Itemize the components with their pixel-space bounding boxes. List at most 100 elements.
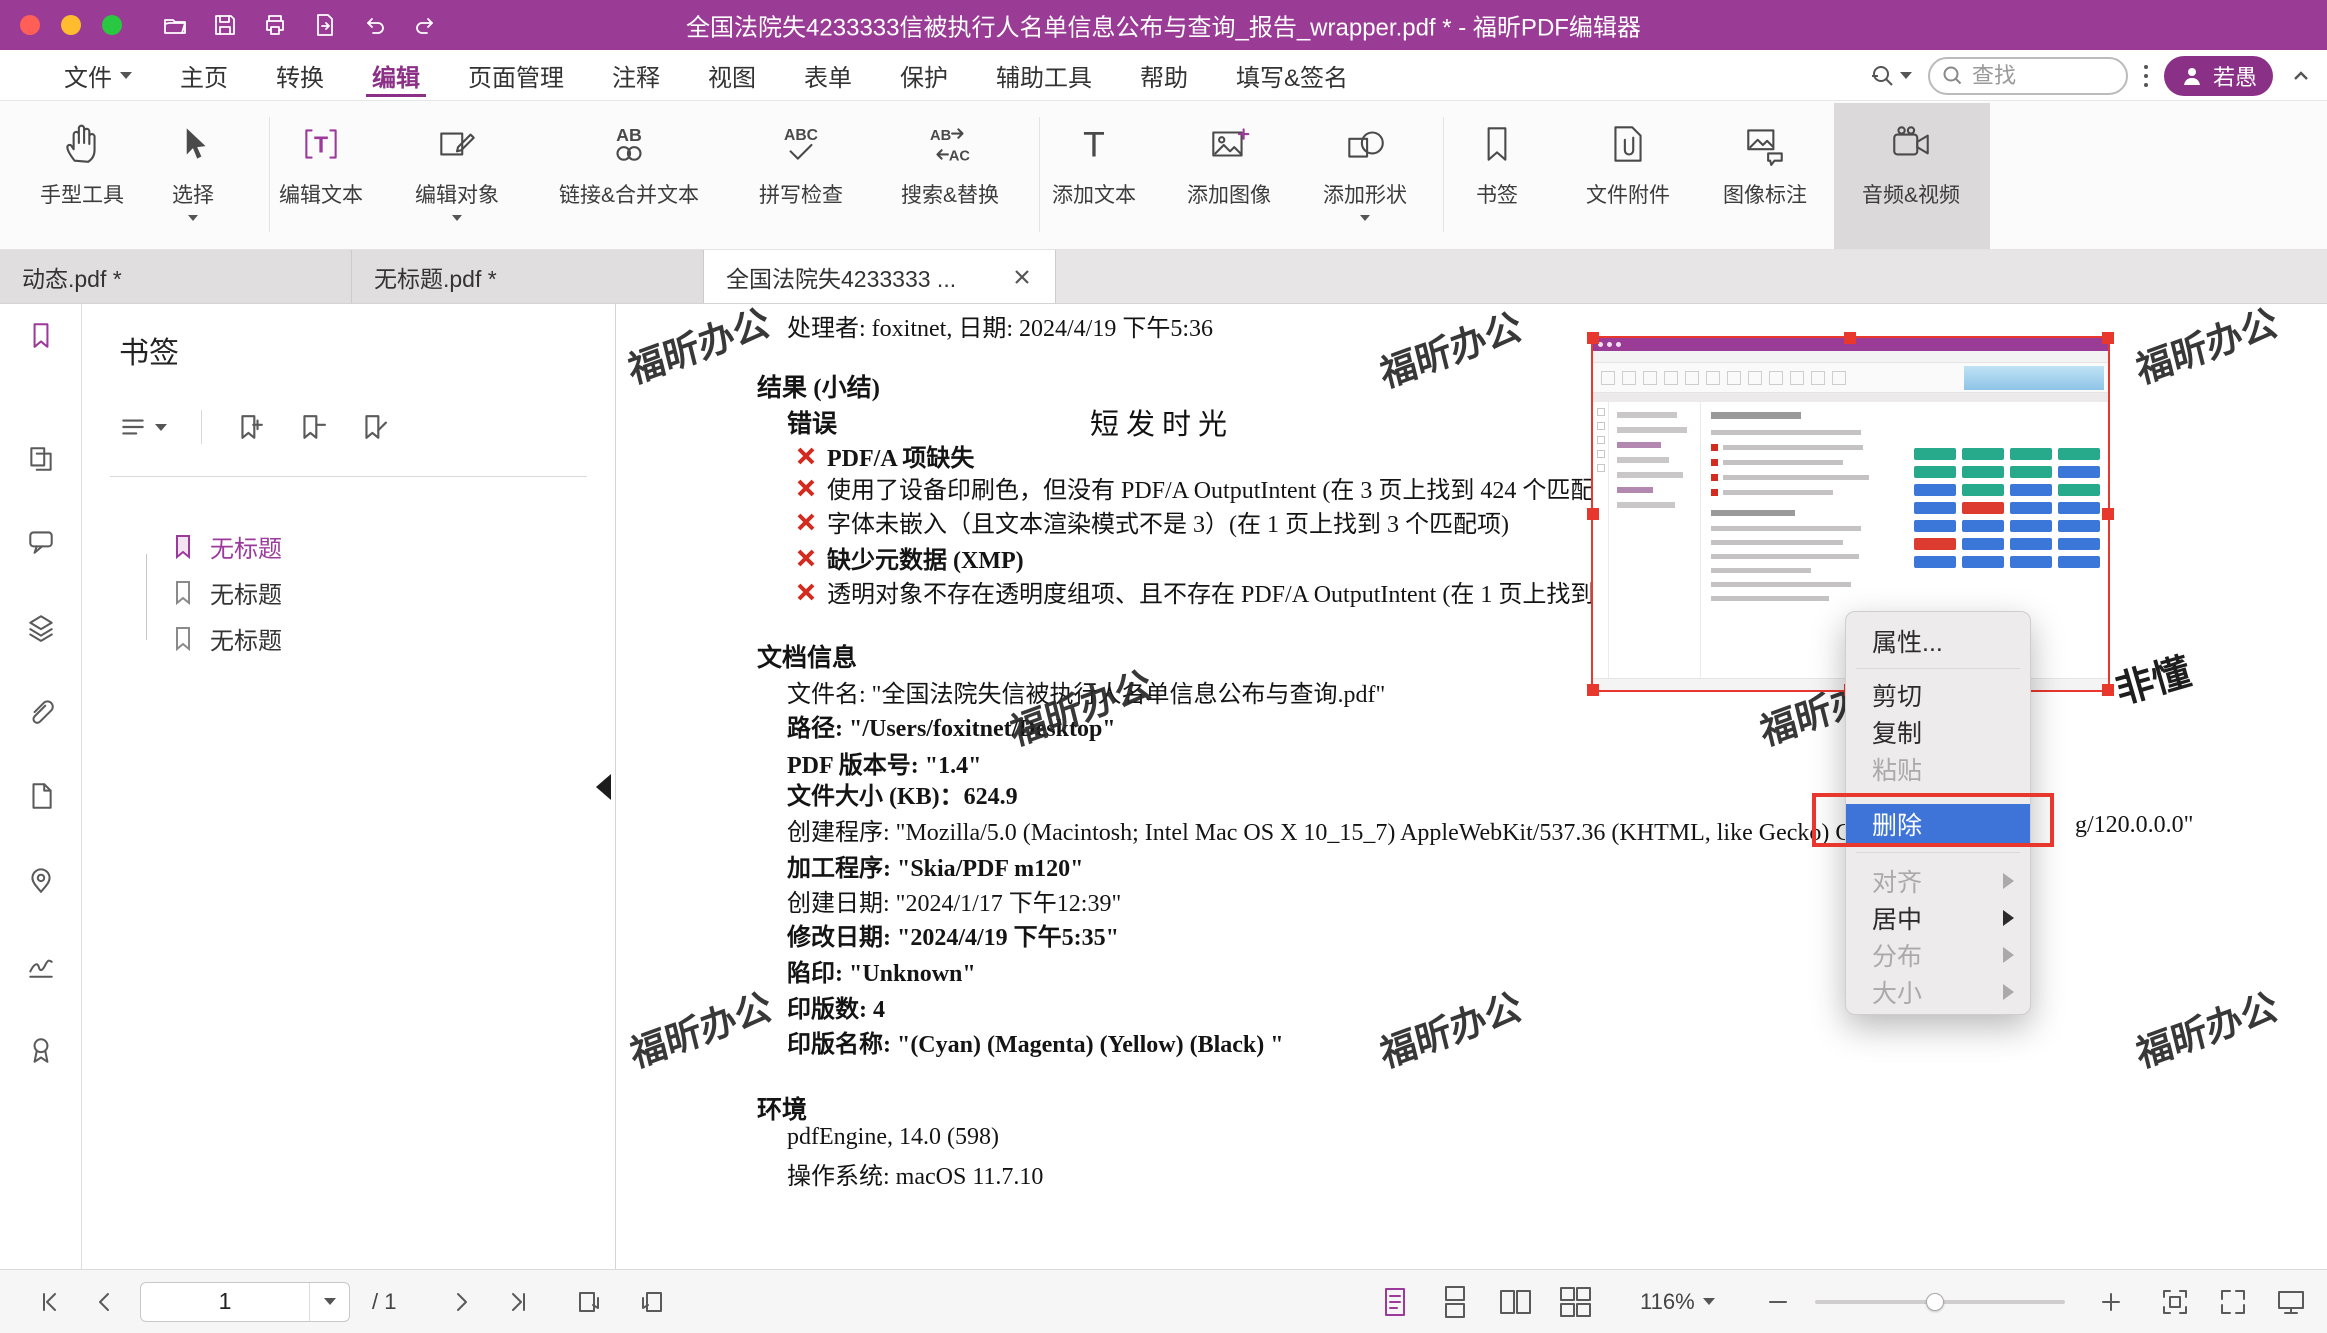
- tab-dongtai-pdf[interactable]: 动态.pdf *: [0, 250, 352, 303]
- zoom-out-button[interactable]: [1765, 1289, 1791, 1315]
- zoom-window-button[interactable]: [102, 15, 122, 35]
- ribbon-search-replace-button[interactable]: ABAC 搜索&替换: [901, 113, 999, 209]
- menu-help[interactable]: 帮助: [1116, 50, 1212, 100]
- watermark: 福昕办公: [1374, 304, 1526, 399]
- ribbon-file-attachment-button[interactable]: 文件附件: [1586, 113, 1670, 209]
- tab-untitled-pdf[interactable]: 无标题.pdf *: [352, 250, 704, 303]
- ribbon-add-text-button[interactable]: T 添加文本: [1052, 113, 1136, 209]
- layers-panel-icon[interactable]: [26, 612, 56, 642]
- next-view-button[interactable]: [638, 1288, 666, 1316]
- menu-comment[interactable]: 注释: [588, 50, 684, 100]
- print-icon[interactable]: [262, 12, 288, 38]
- selection-handle[interactable]: [1587, 332, 1599, 344]
- bookmark-item[interactable]: 无标题: [170, 572, 282, 612]
- edit-bookmark-button[interactable]: [360, 413, 388, 441]
- ribbon-hand-tool-button[interactable]: 手型工具: [40, 113, 124, 209]
- facing-continuous-view-button[interactable]: [1558, 1285, 1592, 1319]
- page-number-box[interactable]: [140, 1282, 350, 1322]
- presentation-mode-button[interactable]: [2276, 1287, 2306, 1317]
- ribbon-edit-text-button[interactable]: T 编辑文本: [279, 113, 363, 209]
- close-window-button[interactable]: [20, 15, 40, 35]
- bookmark-item[interactable]: 无标题: [170, 618, 282, 658]
- selection-handle[interactable]: [2102, 684, 2114, 696]
- zoom-in-button[interactable]: [2098, 1289, 2124, 1315]
- env-line: pdfEngine, 14.0 (598): [787, 1124, 999, 1151]
- ribbon-audio-video-button[interactable]: 音频&视频: [1862, 113, 1960, 209]
- menu-fill-sign[interactable]: 填写&签名: [1212, 50, 1372, 100]
- context-properties[interactable]: 属性...: [1846, 622, 2030, 660]
- page-number-input[interactable]: [141, 1288, 309, 1315]
- first-page-button[interactable]: [36, 1289, 62, 1315]
- menu-file[interactable]: 文件: [40, 50, 156, 100]
- add-bookmark-button[interactable]: [236, 413, 264, 441]
- attachments-panel-icon[interactable]: [26, 696, 56, 726]
- menu-accessibility[interactable]: 辅助工具: [972, 50, 1116, 100]
- context-cut[interactable]: 剪切: [1846, 676, 2030, 714]
- menu-protect[interactable]: 保护: [876, 50, 972, 100]
- ribbon-add-shape-button[interactable]: 添加形状: [1323, 113, 1407, 221]
- close-tab-icon[interactable]: [1011, 266, 1033, 288]
- previous-view-button[interactable]: [575, 1288, 603, 1316]
- signatures-panel-icon[interactable]: [26, 950, 56, 980]
- tab-active-document[interactable]: 全国法院失4233333 ...: [704, 250, 1056, 303]
- ribbon-add-image-button[interactable]: 添加图像: [1187, 113, 1271, 209]
- error-x-icon: [795, 547, 817, 569]
- menu-page-management[interactable]: 页面管理: [444, 50, 588, 100]
- selection-handle[interactable]: [2102, 508, 2114, 520]
- open-file-icon[interactable]: [162, 12, 188, 38]
- svg-text:T: T: [1083, 125, 1105, 165]
- selection-handle[interactable]: [1587, 508, 1599, 520]
- bookmark-item[interactable]: 无标题: [170, 526, 282, 566]
- save-icon[interactable]: [212, 12, 238, 38]
- fit-page-button[interactable]: [2160, 1287, 2190, 1317]
- user-account-button[interactable]: 若愚: [2164, 56, 2273, 96]
- next-page-button[interactable]: [448, 1289, 474, 1315]
- redo-icon[interactable]: [412, 12, 438, 38]
- watermark: 福昕办公: [1374, 975, 1526, 1078]
- fullscreen-button[interactable]: [2218, 1287, 2248, 1317]
- menu-view[interactable]: 视图: [684, 50, 780, 100]
- delete-bookmark-button[interactable]: [298, 413, 326, 441]
- last-page-button[interactable]: [506, 1289, 532, 1315]
- ribbon-select-button[interactable]: 选择: [170, 113, 216, 221]
- ribbon-image-annotation-button[interactable]: 图像标注: [1723, 113, 1807, 209]
- mini-menubar: [1593, 351, 2108, 363]
- menu-convert[interactable]: 转换: [252, 50, 348, 100]
- selection-handle[interactable]: [2102, 332, 2114, 344]
- menu-form[interactable]: 表单: [780, 50, 876, 100]
- ribbon-edit-object-button[interactable]: 编辑对象: [415, 113, 499, 221]
- bookmark-options-button[interactable]: [119, 413, 167, 441]
- find-search-box[interactable]: [1928, 57, 2128, 95]
- stamps-panel-icon[interactable]: [26, 1035, 56, 1065]
- file-panel-icon[interactable]: [26, 781, 56, 811]
- collapse-panel-handle[interactable]: [596, 774, 611, 800]
- comments-panel-icon[interactable]: [26, 526, 56, 556]
- collapse-ribbon-icon[interactable]: [2289, 64, 2313, 88]
- single-page-view-button[interactable]: [1378, 1285, 1412, 1319]
- page-dropdown-button[interactable]: [309, 1283, 349, 1321]
- bookmarks-panel-icon[interactable]: [26, 320, 56, 350]
- selection-handle[interactable]: [1587, 684, 1599, 696]
- menu-home[interactable]: 主页: [156, 50, 252, 100]
- page-thumbnails-icon[interactable]: [26, 444, 56, 474]
- search-input[interactable]: [1972, 63, 2102, 89]
- ribbon-bookmark-button[interactable]: 书签: [1474, 113, 1520, 209]
- zoom-level-dropdown[interactable]: 116%: [1640, 1289, 1715, 1315]
- ribbon-link-join-text-button[interactable]: AB 链接&合并文本: [559, 113, 699, 209]
- menu-edit[interactable]: 编辑: [348, 50, 444, 100]
- context-center[interactable]: 居中: [1846, 899, 2030, 937]
- ribbon-spell-check-button[interactable]: ABC 拼写检查: [759, 113, 843, 209]
- more-options-icon[interactable]: [2144, 65, 2148, 87]
- undo-icon[interactable]: [362, 12, 388, 38]
- minimize-window-button[interactable]: [61, 15, 81, 35]
- context-copy[interactable]: 复制: [1846, 713, 2030, 751]
- advanced-search-icon[interactable]: [1870, 63, 1912, 89]
- export-icon[interactable]: [312, 12, 338, 38]
- continuous-view-button[interactable]: [1438, 1285, 1472, 1319]
- destinations-panel-icon[interactable]: [26, 864, 56, 894]
- image-annotation-icon: [1742, 113, 1788, 175]
- facing-view-button[interactable]: [1498, 1285, 1532, 1319]
- previous-page-button[interactable]: [92, 1289, 118, 1315]
- selection-handle[interactable]: [1844, 332, 1856, 344]
- zoom-slider-thumb[interactable]: [1926, 1293, 1944, 1311]
